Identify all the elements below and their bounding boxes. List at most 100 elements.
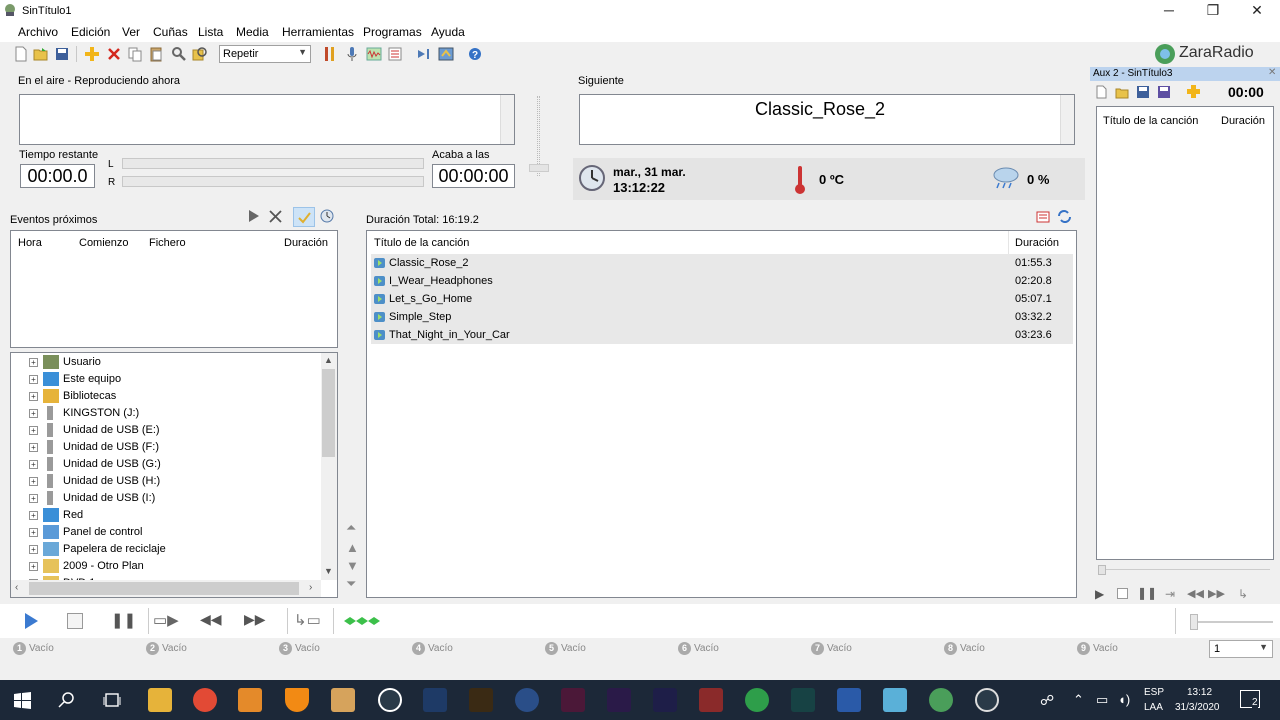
scroll-right-icon[interactable]: ›	[309, 582, 312, 593]
chevron-up-icon[interactable]: ⌃	[1073, 692, 1084, 708]
expand-icon[interactable]: +	[29, 511, 38, 520]
tree-item[interactable]: +2009 - Otro Plan	[25, 558, 325, 574]
aux-add-icon[interactable]	[1186, 84, 1201, 99]
aux-forward-icon[interactable]: ▶▶	[1208, 587, 1225, 600]
event-clock-icon[interactable]	[320, 209, 334, 223]
close-button[interactable]: ✕	[1234, 0, 1280, 22]
aux-seek-thumb[interactable]	[1098, 565, 1106, 575]
master-seek-thumb[interactable]	[1190, 614, 1198, 630]
calendar-app-icon[interactable]	[331, 688, 355, 712]
play-icon[interactable]	[22, 612, 40, 630]
expand-icon[interactable]: +	[29, 545, 38, 554]
tree-item[interactable]: + Unidad de USB (F:)	[25, 439, 325, 455]
events-col-duracion[interactable]: Duración	[284, 237, 328, 249]
volume-thumb[interactable]	[529, 164, 549, 172]
next-scrollbar[interactable]	[1060, 95, 1074, 144]
menu-edicion[interactable]: Edición	[71, 25, 110, 39]
people-icon[interactable]: ☍	[1040, 692, 1054, 709]
clock-time[interactable]: 13:12	[1187, 687, 1212, 698]
media-app-icon[interactable]	[238, 688, 262, 712]
tree-scroll-thumb[interactable]	[322, 369, 335, 457]
tree-item[interactable]: + Este equipo	[25, 371, 325, 387]
playlist-col-title[interactable]: Título de la canción	[374, 237, 469, 249]
app-icon[interactable]	[699, 688, 723, 712]
aux-col-duration[interactable]: Duración	[1221, 115, 1265, 127]
expand-icon[interactable]: +	[29, 494, 38, 503]
audition-icon[interactable]	[791, 688, 815, 712]
expand-icon[interactable]: +	[29, 392, 38, 401]
help-icon[interactable]: ?	[467, 46, 483, 62]
cart-slot[interactable]: 5 Vacío	[545, 642, 586, 655]
tree-item[interactable]: + Unidad de USB (G:)	[25, 456, 325, 472]
next-track-icon[interactable]: ▭▶	[153, 611, 179, 629]
menu-herramientas[interactable]: Herramientas	[282, 25, 354, 39]
aux-open-icon[interactable]	[1115, 85, 1129, 99]
tree-item[interactable]: + Usuario	[25, 354, 325, 370]
windows-start-icon[interactable]	[14, 692, 31, 709]
tree-item[interactable]: + Panel de control	[25, 524, 325, 540]
tree-hscroll-thumb[interactable]	[29, 582, 299, 595]
network-icon[interactable]: ▭	[1096, 692, 1108, 708]
refresh-icon[interactable]	[438, 46, 454, 62]
microphone-icon[interactable]	[344, 46, 360, 62]
cart-slot[interactable]: 2 Vacío	[146, 642, 187, 655]
task-view-icon[interactable]	[103, 691, 121, 709]
aux-col-title[interactable]: Título de la canción	[1103, 115, 1198, 127]
fast-forward-icon[interactable]: ▶▶	[244, 611, 266, 628]
menu-ayuda[interactable]: Ayuda	[431, 25, 465, 39]
indesign-icon[interactable]	[561, 688, 585, 712]
menu-media[interactable]: Media	[236, 25, 269, 39]
expand-icon[interactable]: +	[29, 477, 38, 486]
expand-icon[interactable]: +	[29, 443, 38, 452]
playlist-row[interactable]: I_Wear_Headphones 02:20.8	[371, 272, 1073, 290]
app-icon[interactable]	[745, 688, 769, 712]
aux-play-icon[interactable]: ▶	[1095, 587, 1104, 601]
aux-loop-icon[interactable]: ↳	[1238, 587, 1248, 601]
expand-icon[interactable]: +	[29, 528, 38, 537]
copy-icon[interactable]	[127, 46, 143, 62]
tree-item[interactable]: + Bibliotecas	[25, 388, 325, 404]
cart-slot[interactable]: 4 Vacío	[412, 642, 453, 655]
tree-item[interactable]: + Unidad de USB (H:)	[25, 473, 325, 489]
file-explorer-icon[interactable]	[148, 688, 172, 712]
expand-icon[interactable]: +	[29, 358, 38, 367]
events-col-fichero[interactable]: Fichero	[149, 237, 186, 249]
volume-icon[interactable]: ◖)	[1118, 692, 1130, 707]
app-icon[interactable]	[378, 688, 402, 712]
aux-close-icon[interactable]: ✕	[1268, 67, 1276, 78]
tree-horizontal-scrollbar[interactable]: ‹ ›	[11, 580, 321, 597]
aux-stop-icon[interactable]	[1117, 588, 1128, 599]
menu-cunas[interactable]: Cuñas	[153, 25, 188, 39]
move-bottom-icon[interactable]: ⏷	[346, 576, 356, 592]
new-file-icon[interactable]	[13, 46, 29, 62]
tree-item[interactable]: + Papelera de reciclaje	[25, 541, 325, 557]
obs-icon[interactable]	[975, 688, 999, 712]
scroll-up-icon[interactable]: ▲	[324, 355, 333, 365]
scroll-left-icon[interactable]: ‹	[15, 582, 18, 593]
clear-playlist-icon[interactable]	[1036, 210, 1050, 224]
input-language-layout[interactable]: LAA	[1144, 702, 1163, 713]
move-top-icon[interactable]: ⏶	[346, 520, 356, 536]
illustrator-icon[interactable]	[469, 688, 493, 712]
zararadio-taskbar-icon[interactable]	[929, 688, 953, 712]
delete-event-icon[interactable]	[269, 210, 282, 223]
playlist-row[interactable]: That_Night_in_Your_Car 03:23.6	[371, 326, 1073, 344]
photoshop-icon[interactable]	[423, 688, 447, 712]
input-language[interactable]: ESP	[1144, 687, 1164, 698]
events-col-hora[interactable]: Hora	[18, 237, 42, 249]
aux-rewind-icon[interactable]: ◀◀	[1187, 587, 1204, 600]
menu-archivo[interactable]: Archivo	[18, 25, 58, 39]
aux-save-icon[interactable]	[1136, 85, 1150, 99]
expand-icon[interactable]: +	[29, 562, 38, 571]
volume-slider[interactable]	[526, 96, 552, 180]
notification-center-icon[interactable]: 2	[1240, 690, 1260, 708]
expand-icon[interactable]: +	[29, 409, 38, 418]
expand-icon[interactable]: +	[29, 426, 38, 435]
expand-icon[interactable]: +	[29, 375, 38, 384]
schedule-icon[interactable]	[387, 46, 403, 62]
jump-to-icon[interactable]	[416, 46, 432, 62]
add-icon[interactable]	[84, 46, 100, 62]
search-icon[interactable]	[58, 691, 76, 709]
tree-vertical-scrollbar[interactable]: ▲ ▼	[321, 353, 337, 580]
scroll-down-icon[interactable]: ▼	[324, 566, 333, 576]
